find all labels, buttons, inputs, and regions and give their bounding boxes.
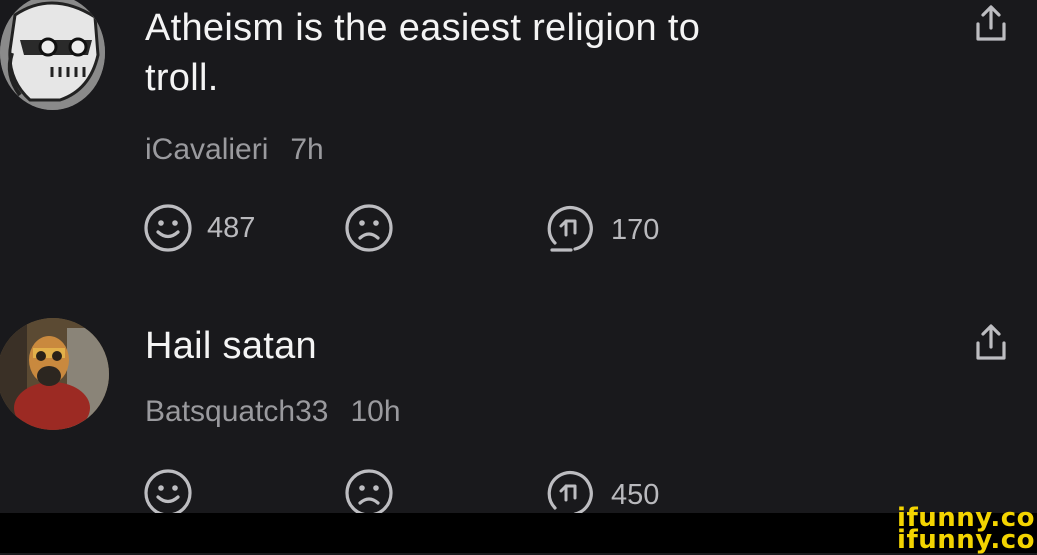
share-button[interactable]	[973, 323, 1009, 368]
comment-meta: Batsquatch33 10h	[145, 395, 401, 429]
frown-icon	[345, 204, 393, 252]
share-icon	[976, 5, 1006, 41]
comment-text: Atheism is the easiest religion to troll…	[145, 3, 700, 103]
share-icon	[976, 324, 1006, 360]
reply-button[interactable]: 170	[545, 203, 659, 257]
footer-strip	[0, 513, 1037, 553]
user-avatar-icavalieri[interactable]	[0, 0, 105, 110]
comment-text: Hail satan	[145, 321, 317, 371]
timestamp: 7h	[290, 133, 324, 166]
reply-count: 170	[611, 213, 660, 246]
frown-icon	[345, 469, 393, 517]
smile-icon	[144, 469, 192, 517]
username[interactable]: Batsquatch33	[145, 395, 328, 428]
smile-icon	[144, 204, 192, 252]
comment-1: Atheism is the easiest religion to troll…	[0, 0, 1037, 300]
watermark-line-2: ifunny.co	[897, 525, 1035, 555]
username[interactable]: iCavalieri	[145, 133, 268, 166]
smile-button[interactable]: 487	[143, 203, 255, 253]
smile-button[interactable]	[143, 468, 207, 518]
comment-2: Hail satan Batsquatch33 10h 450	[0, 300, 1037, 517]
comment-text-line-2: troll.	[145, 57, 219, 99]
comment-text-line-1: Atheism is the easiest religion to	[145, 7, 701, 49]
frown-button[interactable]	[344, 203, 408, 253]
comment-meta: iCavalieri 7h	[145, 133, 324, 167]
smile-count: 487	[207, 211, 256, 244]
reply-icon	[547, 205, 593, 252]
knight-helmet-icon	[0, 0, 105, 110]
timestamp: 10h	[350, 395, 401, 428]
reply-count: 450	[611, 478, 660, 511]
share-button[interactable]	[973, 4, 1009, 49]
comment-text-line-1: Hail satan	[145, 325, 317, 367]
user-avatar-batsquatch33[interactable]	[0, 318, 109, 430]
frown-button[interactable]	[344, 468, 408, 518]
person-photo-icon	[0, 318, 109, 430]
